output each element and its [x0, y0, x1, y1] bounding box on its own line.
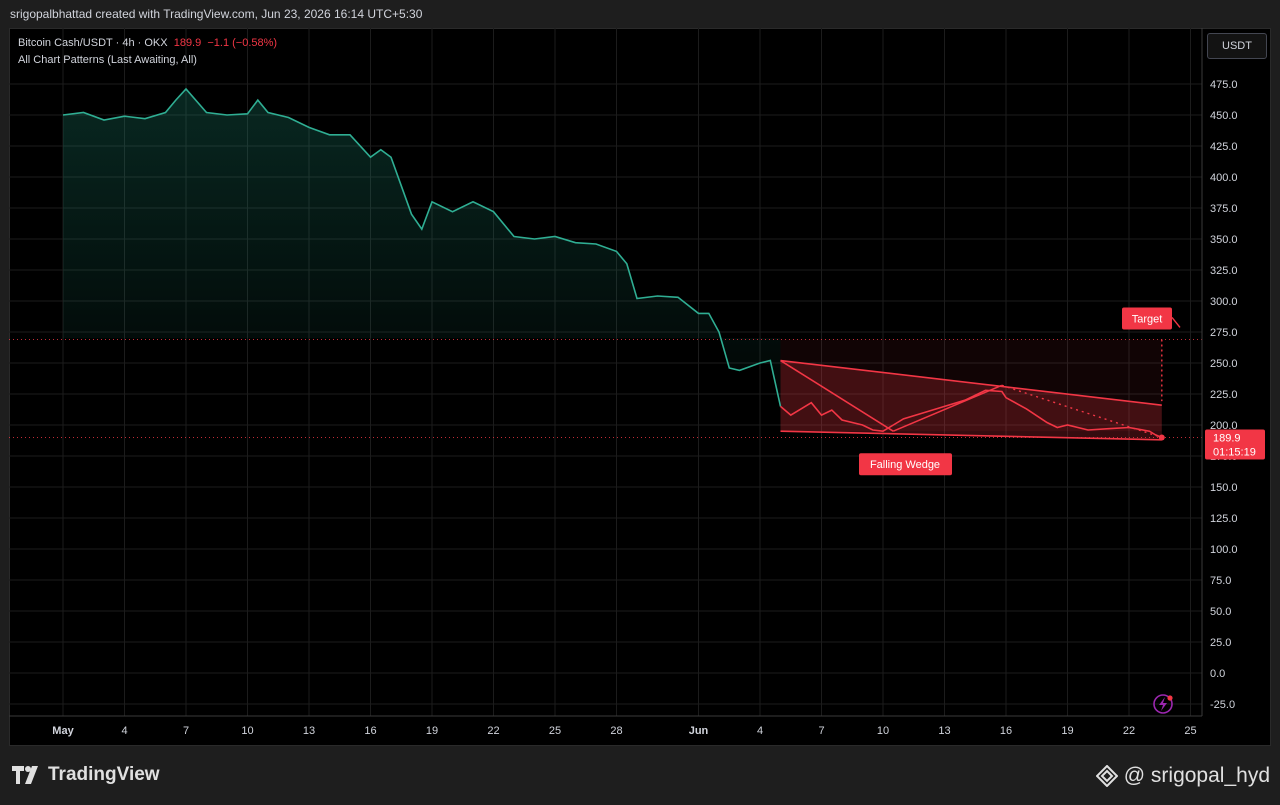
last-price-dot: [1158, 434, 1165, 441]
x-axis: May 4 7 10 13 16 19 22 25 28 Jun 4 7 10 13 16 19 22 25: [9, 715, 1202, 737]
y-tick-label: 425.0: [1210, 141, 1238, 153]
lightning-bolt: [1159, 697, 1167, 711]
author-watermark: @ srigopal_hyd: [1095, 764, 1270, 788]
x-tick-label: 22: [1123, 725, 1135, 737]
x-tick-label: 10: [877, 725, 889, 737]
author-handle: @ srigopal_hyd: [1123, 764, 1270, 787]
last-price: 189.9: [173, 37, 202, 49]
x-tick-label: 25: [549, 725, 561, 737]
price-axis-countdown: 01:15:19: [1213, 447, 1256, 459]
y-tick-label: -25.0: [1210, 699, 1235, 711]
y-tick-label: 125.0: [1210, 513, 1238, 525]
x-tick-label: 7: [183, 725, 189, 737]
y-tick-label: 150.0: [1210, 482, 1238, 494]
chart-credit: srigopalbhattad created with TradingView…: [10, 7, 423, 21]
x-tick-label: 4: [121, 725, 127, 737]
tradingview-logo[interactable]: TradingView: [12, 764, 160, 786]
x-tick-label: 16: [364, 725, 376, 737]
target-pointer: [1171, 317, 1181, 328]
x-tick-label: 10: [241, 725, 253, 737]
y-tick-label: 275.0: [1210, 327, 1238, 339]
chart-legend: Bitcoin Cash/USDT · 4h · OKX 189.9 −1.1 …: [18, 35, 277, 69]
y-tick-label: 50.0: [1210, 606, 1231, 618]
currency-button[interactable]: USDT: [1207, 33, 1267, 59]
y-tick-label: 400.0: [1210, 172, 1238, 184]
x-tick-label: 19: [426, 725, 438, 737]
y-tick-label: 250.0: [1210, 358, 1238, 370]
indicator-label: All Chart Patterns (Last Awaiting, All): [18, 54, 197, 66]
price-change: −1.1 (−0.58%): [207, 37, 278, 49]
x-tick-label: 7: [818, 725, 824, 737]
y-tick-label: 75.0: [1210, 575, 1231, 587]
price-chart[interactable]: 475.0450.0425.0400.0375.0350.0325.0300.0…: [9, 28, 1271, 746]
x-tick-label: 22: [487, 725, 499, 737]
tradingview-icon: [12, 766, 38, 784]
y-tick-label: 450.0: [1210, 110, 1238, 122]
x-tick-label: 25: [1184, 725, 1196, 737]
x-tick-label: May: [52, 725, 74, 737]
x-tick-label: 13: [938, 725, 950, 737]
symbol-label: Bitcoin Cash/USDT · 4h · OKX: [18, 37, 168, 49]
x-tick-label: 19: [1061, 725, 1073, 737]
y-tick-label: 325.0: [1210, 265, 1238, 277]
pattern-label: Falling Wedge: [870, 459, 940, 471]
y-tick-label: 475.0: [1210, 79, 1238, 91]
x-tick-label: 28: [610, 725, 622, 737]
y-tick-label: 375.0: [1210, 203, 1238, 215]
y-axis: 475.0 450.0 425.0 400.0 375.0 350.0 325.0 300.0…: [1201, 28, 1238, 716]
y-tick-label: 100.0: [1210, 544, 1238, 556]
y-tick-label: 225.0: [1210, 389, 1238, 401]
x-tick-label: 4: [757, 725, 763, 737]
price-axis-price: 189.9: [1213, 433, 1241, 445]
target-label: Target: [1132, 313, 1163, 325]
x-tick-label: 16: [1000, 725, 1012, 737]
y-tick-label: 300.0: [1210, 296, 1238, 308]
brand-name: TradingView: [48, 764, 160, 785]
x-tick-label: Jun: [689, 725, 709, 737]
alert-dot: [1167, 695, 1173, 701]
diamond-logo-icon: [1095, 765, 1118, 787]
footer: TradingView @ srigopal_hyd: [0, 746, 1280, 805]
y-tick-label: 0.0: [1210, 668, 1225, 680]
y-tick-label: 350.0: [1210, 234, 1238, 246]
x-tick-label: 13: [303, 725, 315, 737]
price-area-fill: [63, 89, 781, 407]
y-tick-label: 25.0: [1210, 637, 1231, 649]
price-area: [63, 89, 781, 407]
